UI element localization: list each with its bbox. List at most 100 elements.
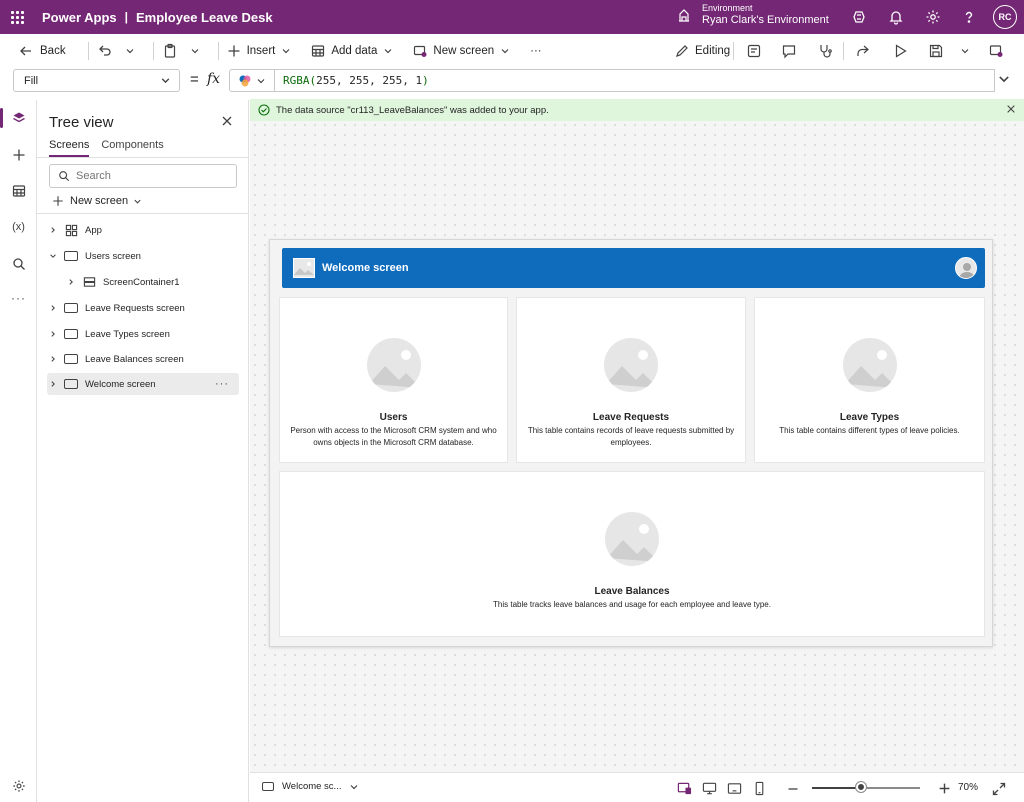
save-icon[interactable] bbox=[928, 43, 944, 59]
zoom-slider-fill bbox=[812, 787, 861, 789]
chevron-right-icon[interactable] bbox=[47, 355, 59, 363]
stethoscope-icon[interactable] bbox=[817, 43, 833, 59]
tree-item-app[interactable]: App bbox=[47, 219, 239, 241]
screen-selector[interactable]: Welcome sc... bbox=[262, 781, 359, 792]
screen-icon bbox=[64, 251, 78, 261]
tree-search-input[interactable] bbox=[76, 170, 226, 182]
tree-item-screen-container[interactable]: ScreenContainer1 bbox=[65, 271, 239, 293]
back-button[interactable]: Back bbox=[18, 43, 66, 59]
share-icon[interactable] bbox=[855, 43, 871, 59]
tree-view-title: Tree view bbox=[49, 114, 114, 131]
play-icon[interactable] bbox=[892, 43, 908, 59]
card-leave-balances[interactable]: Leave Balances This table tracks leave b… bbox=[279, 471, 985, 637]
tree-item-leave-types-screen[interactable]: Leave Types screen bbox=[47, 323, 239, 345]
screen-selector-value: Welcome sc... bbox=[282, 781, 342, 792]
phone-icon[interactable] bbox=[752, 781, 767, 796]
tree-item-users-screen[interactable]: Users screen bbox=[47, 245, 239, 267]
notification-message: The data source "cr113_LeaveBalances" wa… bbox=[276, 104, 549, 116]
chevron-right-icon[interactable] bbox=[65, 278, 77, 286]
new-screen-button[interactable]: New screen bbox=[413, 44, 516, 58]
close-icon[interactable] bbox=[221, 115, 233, 127]
expand-formula-icon[interactable] bbox=[997, 72, 1011, 86]
app-name[interactable]: Employee Leave Desk bbox=[136, 10, 273, 25]
insert-rail-button[interactable] bbox=[0, 137, 37, 173]
new-screen-link[interactable]: New screen bbox=[52, 195, 142, 207]
chevron-right-icon[interactable] bbox=[47, 226, 59, 234]
chevron-right-icon[interactable] bbox=[47, 304, 59, 312]
search-rail-button[interactable] bbox=[0, 246, 37, 282]
tree-item-welcome-screen[interactable]: Welcome screen ··· bbox=[47, 373, 239, 395]
fit-to-window-icon[interactable] bbox=[992, 782, 1006, 796]
card-leave-requests[interactable]: Leave Requests This table contains recor… bbox=[516, 297, 746, 463]
user-avatar[interactable]: RC bbox=[993, 5, 1017, 29]
zoom-slider[interactable] bbox=[812, 782, 920, 792]
chevron-down-icon bbox=[351, 784, 358, 789]
app-screen-preview[interactable]: Welcome screen Users Person with access … bbox=[269, 239, 993, 647]
copilot-icon[interactable] bbox=[851, 9, 867, 25]
undo-button[interactable] bbox=[97, 43, 119, 59]
tab-components[interactable]: Components bbox=[101, 139, 163, 157]
responsive-layout-icon[interactable] bbox=[677, 781, 692, 796]
add-data-label: Add data bbox=[331, 45, 378, 57]
product-name[interactable]: Power Apps bbox=[42, 10, 117, 25]
divider bbox=[217, 42, 219, 60]
card-users[interactable]: Users Person with access to the Microsof… bbox=[279, 297, 508, 463]
insert-button[interactable]: Insert bbox=[227, 44, 298, 58]
editing-status[interactable]: Editing bbox=[675, 34, 730, 68]
chevron-down-icon[interactable] bbox=[960, 46, 970, 56]
formula-function: RGBA( bbox=[283, 74, 317, 87]
zoom-value[interactable]: 70% bbox=[958, 782, 978, 793]
table-icon bbox=[12, 185, 25, 197]
card-description: This table tracks leave balances and usa… bbox=[493, 600, 771, 609]
zoom-out-icon[interactable] bbox=[787, 783, 799, 795]
paste-button[interactable] bbox=[162, 43, 184, 59]
tablet-icon[interactable] bbox=[727, 781, 742, 796]
notes-icon[interactable] bbox=[746, 43, 762, 59]
desktop-icon[interactable] bbox=[702, 781, 717, 796]
card-title: Users bbox=[379, 412, 408, 423]
gear-icon[interactable] bbox=[925, 9, 941, 25]
tree-item-leave-balances-screen[interactable]: Leave Balances screen bbox=[47, 348, 239, 370]
card-title: Leave Requests bbox=[592, 412, 670, 423]
chevron-down-icon bbox=[384, 49, 392, 54]
chevron-down-icon[interactable] bbox=[47, 252, 59, 260]
settings-rail-button[interactable] bbox=[0, 768, 37, 802]
variables-rail-button[interactable]: (x) bbox=[0, 209, 37, 245]
publish-icon[interactable] bbox=[988, 43, 1004, 59]
fx-icon[interactable]: fx bbox=[207, 71, 220, 87]
copilot-formula-button[interactable] bbox=[229, 69, 275, 92]
tree-item-leave-requests-screen[interactable]: Leave Requests screen bbox=[47, 297, 239, 319]
property-dropdown[interactable]: Fill bbox=[13, 69, 180, 92]
tree-view-rail-button[interactable] bbox=[0, 100, 37, 136]
pencil-icon bbox=[676, 45, 688, 57]
zoom-slider-thumb[interactable] bbox=[855, 782, 866, 792]
title-bar: Power Apps | Employee Leave Desk Environ… bbox=[0, 0, 1024, 34]
zoom-in-icon[interactable] bbox=[938, 782, 951, 795]
data-rail-button[interactable] bbox=[0, 173, 37, 209]
layers-icon bbox=[12, 112, 25, 123]
title-separator: | bbox=[124, 10, 129, 24]
comment-icon[interactable] bbox=[781, 43, 797, 59]
add-data-button[interactable]: Add data bbox=[311, 44, 399, 58]
screen-icon bbox=[64, 379, 78, 389]
divider bbox=[733, 42, 734, 60]
environment-picker[interactable]: Environment Ryan Clark's Environment bbox=[676, 3, 829, 27]
tab-screens[interactable]: Screens bbox=[49, 139, 90, 157]
chevron-right-icon[interactable] bbox=[47, 330, 59, 338]
help-icon[interactable] bbox=[961, 9, 977, 25]
chevron-down-icon[interactable] bbox=[190, 46, 200, 56]
chevron-down-icon[interactable] bbox=[125, 46, 135, 56]
chevron-right-icon[interactable] bbox=[47, 380, 59, 388]
bell-icon[interactable] bbox=[888, 9, 904, 25]
close-icon[interactable] bbox=[1006, 104, 1016, 114]
app-launcher-button[interactable] bbox=[0, 0, 34, 34]
more-commands-button[interactable]: ··· bbox=[530, 45, 542, 57]
more-options-button[interactable]: ··· bbox=[215, 378, 229, 390]
more-rail-button[interactable]: ··· bbox=[0, 280, 37, 316]
card-leave-types[interactable]: Leave Types This table contains differen… bbox=[754, 297, 985, 463]
more-icon: ··· bbox=[11, 291, 26, 305]
chevron-down-icon bbox=[161, 78, 170, 84]
formula-input[interactable]: RGBA(255, 255, 255, 1) bbox=[275, 69, 995, 92]
welcome-header[interactable]: Welcome screen bbox=[282, 248, 985, 288]
tree-search-box[interactable] bbox=[49, 164, 237, 188]
